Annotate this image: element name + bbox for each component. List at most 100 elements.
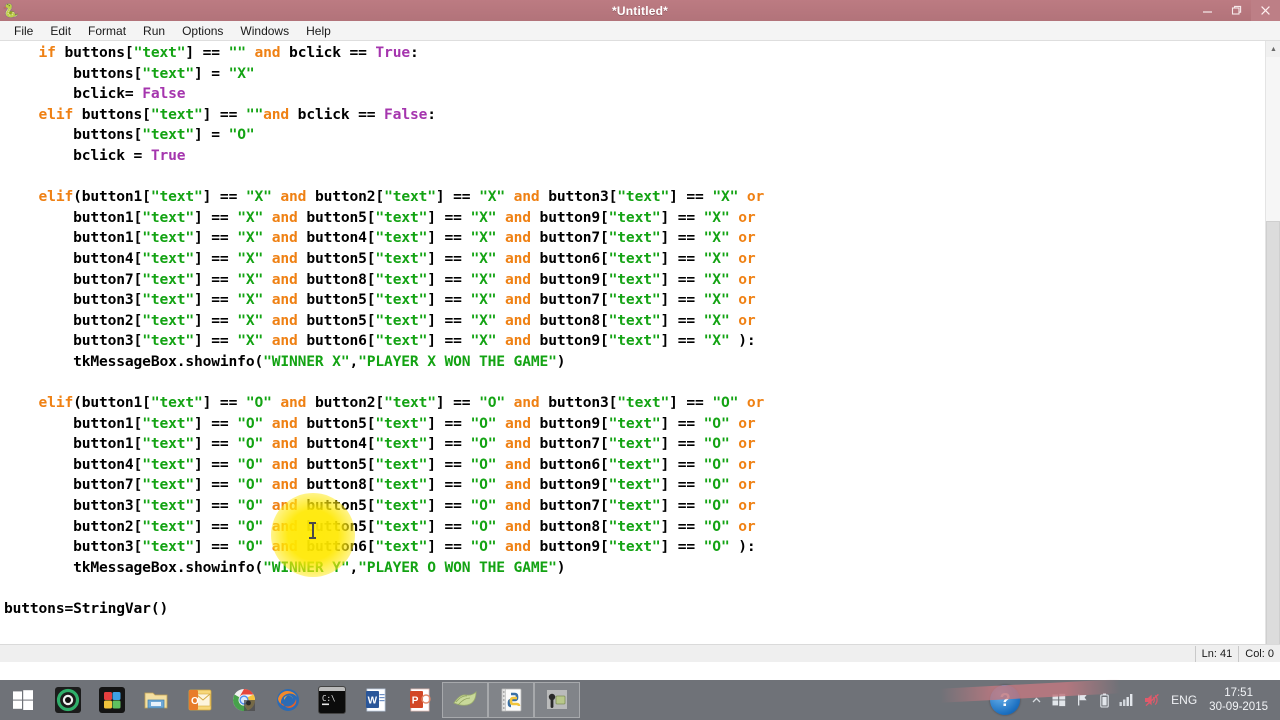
code-line[interactable]: if buttons["text"] == "" and bclick == T… — [0, 43, 1265, 64]
code-line[interactable]: bclick = True — [0, 146, 1265, 167]
action-center-icon[interactable] — [1052, 693, 1066, 707]
scroll-up-arrow-icon[interactable]: ▲ — [1266, 41, 1280, 57]
battery-icon[interactable] — [1100, 692, 1109, 708]
menu-item-help[interactable]: Help — [298, 22, 339, 40]
code-token: ] == — [427, 455, 471, 473]
network-flag-icon[interactable] — [1076, 693, 1090, 707]
restore-icon[interactable] — [1222, 0, 1251, 21]
chrome-icon[interactable] — [222, 680, 266, 720]
code-editor[interactable]: if buttons["text"] == "" and bclick == T… — [0, 41, 1265, 662]
puzzle-app-icon[interactable] — [90, 680, 134, 720]
code-token: and — [505, 332, 531, 350]
code-token: ) — [556, 352, 566, 370]
powerpoint-icon[interactable]: P — [398, 680, 442, 720]
code-line[interactable]: elif(button1["text"] == "O" and button2[… — [0, 393, 1265, 414]
code-line[interactable]: button4["text"] == "X" and button5["text… — [0, 249, 1265, 270]
windows-start-icon[interactable] — [0, 680, 46, 720]
code-line[interactable]: tkMessageBox.showinfo("WINNER X","PLAYER… — [0, 352, 1265, 373]
volume-muted-icon[interactable] — [1144, 693, 1160, 707]
window-titlebar[interactable]: 🐍 *Untitled* — [0, 0, 1280, 22]
code-token: buttons[ — [4, 126, 143, 144]
code-line[interactable]: tkMessageBox.showinfo("WINNER Y","PLAYER… — [0, 558, 1265, 579]
code-token: and — [505, 476, 531, 494]
code-line[interactable]: button1["text"] == "O" and button5["text… — [0, 414, 1265, 435]
firefox-icon[interactable] — [266, 680, 310, 720]
code-line[interactable] — [0, 373, 1265, 394]
menu-item-run[interactable]: Run — [135, 22, 173, 40]
code-token: ] == — [660, 229, 704, 247]
code-token: "X" — [237, 291, 264, 309]
money-app-icon[interactable] — [442, 682, 488, 718]
signal-bars-icon[interactable] — [1119, 693, 1134, 707]
code-line[interactable]: button7["text"] == "O" and button8["text… — [0, 475, 1265, 496]
code-line[interactable]: button1["text"] == "O" and button4["text… — [0, 434, 1265, 455]
code-line[interactable] — [0, 167, 1265, 188]
code-line[interactable]: button2["text"] == "X" and button5["text… — [0, 311, 1265, 332]
code-line[interactable]: buttons["text"] = "X" — [0, 64, 1265, 85]
code-line[interactable] — [0, 578, 1265, 599]
screen-recorder-icon[interactable] — [46, 680, 90, 720]
code-token: "X" — [703, 229, 730, 247]
command-prompt-icon[interactable]: C:\ — [310, 680, 354, 720]
code-token: or — [746, 394, 765, 412]
code-line[interactable]: elif buttons["text"] == ""and bclick == … — [0, 105, 1265, 126]
code-line[interactable]: button3["text"] == "X" and button5["text… — [0, 290, 1265, 311]
code-token: "text" — [375, 291, 428, 309]
clock[interactable]: 17:51 30-09-2015 — [1209, 686, 1268, 714]
code-token: "text" — [375, 229, 428, 247]
code-token: "O" — [703, 414, 730, 432]
help-icon[interactable]: ? — [990, 685, 1021, 715]
code-line[interactable]: bclick= False — [0, 84, 1265, 105]
code-token: button7[ — [530, 291, 609, 309]
menu-item-format[interactable]: Format — [80, 22, 134, 40]
code-token: or — [738, 476, 756, 494]
code-text[interactable]: if buttons["text"] == "" and bclick == T… — [0, 43, 1265, 620]
code-line[interactable]: buttons=StringVar() — [0, 599, 1265, 620]
code-token: ] == — [427, 311, 471, 329]
show-hidden-icons-chevron-icon[interactable] — [1031, 695, 1042, 706]
code-line[interactable]: button3["text"] == "X" and button6["text… — [0, 331, 1265, 352]
python-idle-icon[interactable] — [488, 682, 534, 718]
language-indicator[interactable]: ENG — [1171, 693, 1197, 707]
code-line[interactable]: buttons["text"] = "O" — [0, 125, 1265, 146]
statusbar: Ln: 41 Col: 0 — [0, 644, 1280, 662]
code-token: "text" — [142, 414, 195, 432]
code-line[interactable]: button1["text"] == "X" and button4["text… — [0, 228, 1265, 249]
code-line[interactable]: button3["text"] == "O" and button6["text… — [0, 537, 1265, 558]
code-token: ] == — [194, 414, 238, 432]
menu-item-options[interactable]: Options — [174, 22, 231, 40]
file-explorer-icon[interactable] — [134, 680, 178, 720]
code-token: and — [271, 249, 298, 267]
code-token: ] == — [427, 538, 471, 556]
code-token: bclick= — [4, 85, 143, 103]
menu-item-windows[interactable]: Windows — [232, 22, 297, 40]
vertical-scrollbar[interactable]: ▲ ▼ — [1265, 41, 1280, 662]
code-line[interactable]: button3["text"] == "O" and button5["text… — [0, 496, 1265, 517]
code-token: "O" — [470, 455, 497, 473]
status-column-number: Col: 0 — [1238, 645, 1280, 662]
code-token: ] == — [194, 476, 238, 494]
close-icon[interactable] — [1251, 0, 1280, 21]
scrollbar-thumb[interactable] — [1266, 221, 1280, 651]
code-token: "X" — [237, 249, 264, 267]
code-line[interactable]: button4["text"] == "O" and button5["text… — [0, 455, 1265, 476]
code-token: "text" — [608, 270, 661, 288]
menu-item-edit[interactable]: Edit — [42, 22, 79, 40]
code-line[interactable]: elif(button1["text"] == "X" and button2[… — [0, 187, 1265, 208]
outlook-icon[interactable]: O — [178, 680, 222, 720]
camera-app-icon[interactable] — [534, 682, 580, 718]
code-line[interactable]: button1["text"] == "X" and button5["text… — [0, 208, 1265, 229]
menubar: File Edit Format Run Options Windows Help — [0, 21, 1280, 41]
word-icon[interactable]: W — [354, 680, 398, 720]
code-token: button3[ — [4, 332, 143, 350]
code-token: ] = — [194, 126, 229, 144]
code-token: button2[ — [4, 517, 143, 535]
menu-item-file[interactable]: File — [6, 22, 41, 40]
code-line[interactable]: button7["text"] == "X" and button8["text… — [0, 270, 1265, 291]
code-line[interactable]: button2["text"] == "O" and button5["text… — [0, 517, 1265, 538]
minimize-icon[interactable] — [1193, 0, 1222, 21]
